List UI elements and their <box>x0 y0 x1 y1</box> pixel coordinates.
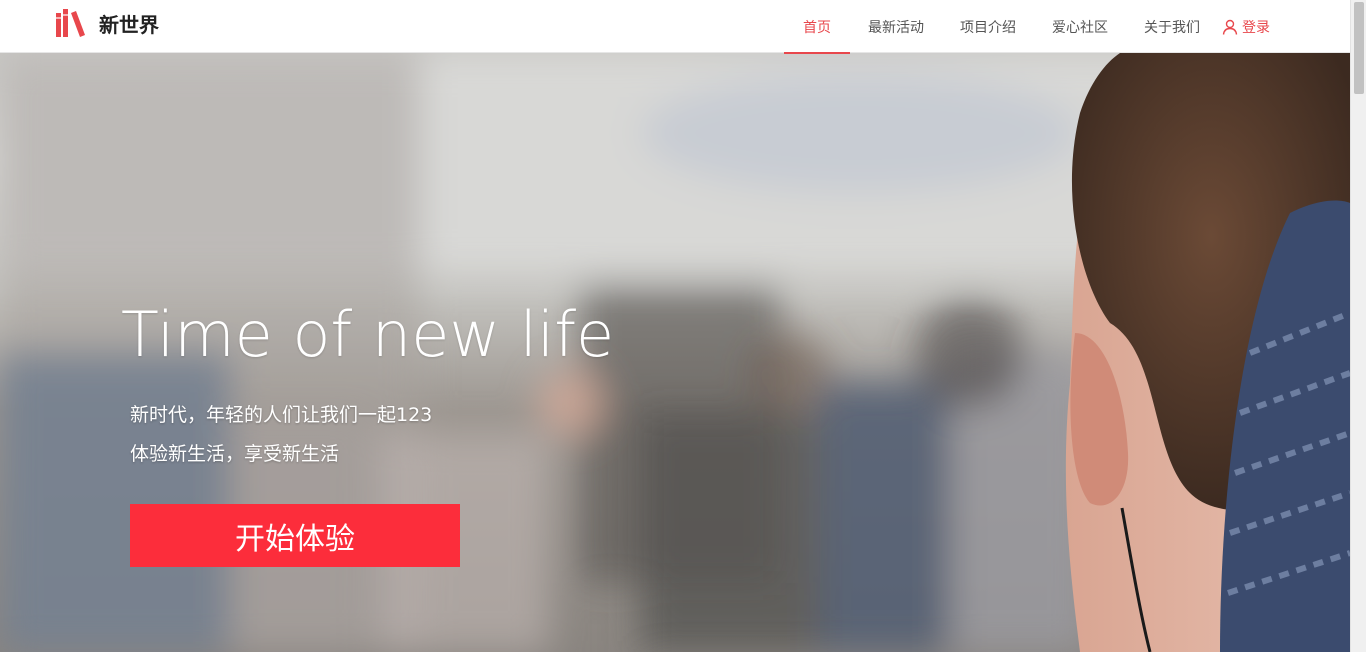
scrollbar-thumb[interactable] <box>1354 2 1364 94</box>
nav-item-label: 项目介绍 <box>960 19 1016 36</box>
page-scrollbar[interactable] <box>1350 0 1366 652</box>
nav-item-label: 最新活动 <box>868 19 924 36</box>
brand-logo[interactable]: 新世界 <box>55 7 159 39</box>
brand-name: 新世界 <box>99 12 159 37</box>
nav-item-label: 首页 <box>803 19 831 36</box>
hero-banner: Time of new life 新时代，年轻的人们让我们一起123 体验新生活… <box>0 53 1350 652</box>
books-icon <box>56 9 85 37</box>
hero-subtitle-line1: 新时代，年轻的人们让我们一起123 <box>130 404 433 426</box>
nav-item-latest-events[interactable]: 最新活动 <box>850 0 942 53</box>
main-nav: 首页 最新活动 项目介绍 爱心社区 关于我们 登录 <box>784 0 1270 54</box>
hero-subtitle-line2: 体验新生活，享受新生活 <box>130 443 340 465</box>
start-experience-button[interactable]: 开始体验 <box>130 504 460 567</box>
site-header: 新世界 首页 最新活动 项目介绍 爱心社区 关于我们 登录 <box>0 0 1350 54</box>
user-icon <box>1222 19 1238 35</box>
page: 新世界 首页 最新活动 项目介绍 爱心社区 关于我们 登录 Time of ne… <box>0 0 1366 652</box>
nav-item-home[interactable]: 首页 <box>784 0 850 54</box>
nav-item-about-us[interactable]: 关于我们 <box>1126 0 1202 53</box>
login-button[interactable]: 登录 <box>1202 0 1270 53</box>
login-label: 登录 <box>1242 19 1270 36</box>
nav-item-label: 关于我们 <box>1144 19 1200 36</box>
nav-item-love-community[interactable]: 爱心社区 <box>1034 0 1126 53</box>
nav-item-project-intro[interactable]: 项目介绍 <box>942 0 1034 53</box>
hero-title: Time of new life <box>121 298 615 371</box>
nav-item-label: 爱心社区 <box>1052 19 1108 36</box>
